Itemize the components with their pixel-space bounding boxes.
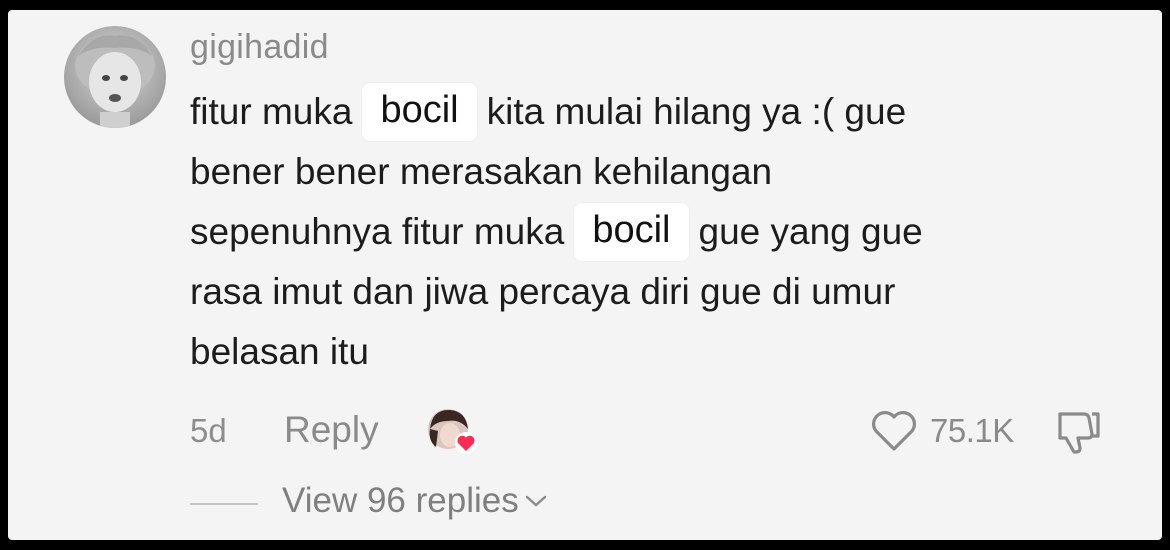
comment-line-4: rasa imut dan jiwa percaya diri gue di u… — [190, 271, 896, 312]
view-replies-button[interactable]: View 96 replies — [282, 481, 547, 521]
dislike-button[interactable] — [1052, 406, 1106, 456]
highlight-chip: bocil — [362, 83, 477, 142]
comment-line-1: fitur muka bocil kita mulai hilang ya :( g… — [190, 82, 1120, 142]
comment-timestamp: 5d — [190, 412, 227, 449]
creator-liked-avatar-icon — [426, 407, 482, 457]
like-count: 75.1K — [930, 412, 1014, 449]
thumbs-down-icon — [1058, 412, 1100, 454]
heart-outline-icon — [872, 411, 916, 451]
user-avatar[interactable] — [64, 26, 166, 128]
comment-line-3: sepenuhnya fitur muka bocil gue yang gue — [190, 202, 1120, 262]
replies-divider — [190, 503, 258, 505]
comment-text: fitur muka bocil kita mulai hilang ya :( g… — [190, 82, 1120, 382]
reply-button[interactable]: Reply — [284, 409, 379, 451]
chevron-down-icon — [525, 495, 546, 507]
comment-line-2: bener bener merasakan kehilangan — [190, 151, 773, 192]
comment-line-5: belasan itu — [190, 331, 369, 372]
comment-username[interactable]: gigihadid — [190, 28, 329, 67]
view-replies-label: View 96 replies — [282, 481, 519, 520]
highlight-chip: bocil — [574, 203, 689, 262]
screen-frame: gigihadid fitur muka bocil kita mulai hila… — [0, 0, 1170, 550]
like-button[interactable]: 75.1K — [870, 407, 1014, 455]
